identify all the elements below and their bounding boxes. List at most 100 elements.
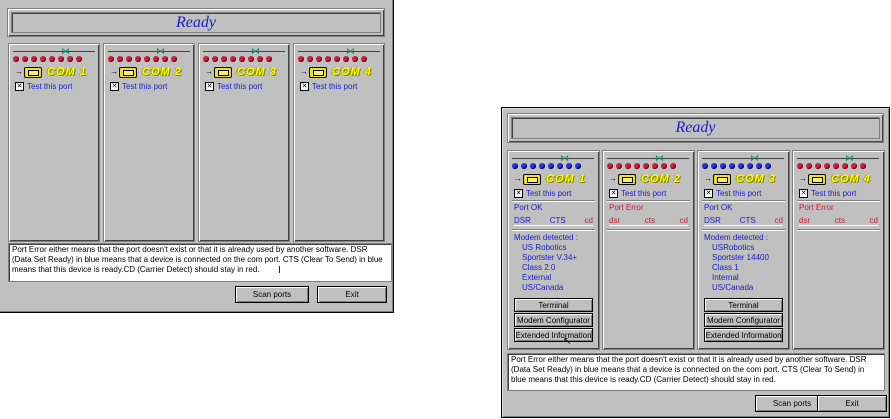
modem-info: Modem detected : USRobotics Sportster 1440… — [704, 233, 769, 293]
test-port-checkbox[interactable]: ✕ Test this port — [704, 189, 761, 198]
signal-0: dsr — [609, 216, 621, 225]
plug-icon — [618, 174, 636, 185]
led-indicator — [521, 163, 527, 169]
com-port-label: COM 1 — [47, 66, 87, 78]
led-indicator — [797, 163, 803, 169]
checkbox-icon[interactable]: ✕ — [514, 189, 523, 198]
connector: → — [110, 66, 140, 78]
port-panel-2: ⋈ → COM 2 ✕ Test this port Port Error dsr cts cd — [602, 150, 695, 350]
connector: → — [15, 66, 45, 78]
arrow-icon: → — [609, 174, 617, 183]
led-indicator — [548, 163, 554, 169]
connector: → — [609, 173, 639, 185]
modem-configurator-button[interactable]: Modem Configurator — [704, 313, 783, 327]
com-port-label: COM 4 — [831, 173, 871, 185]
led-indicator — [76, 56, 82, 62]
led-indicator — [720, 163, 726, 169]
port-status: Port Error — [609, 203, 644, 212]
port-panel-4: ⋈ → COM 4 ✕ Test this port Port Error dsr cts cd — [792, 150, 885, 350]
test-port-label: Test this port — [312, 82, 358, 91]
led-indicator — [634, 163, 640, 169]
led-indicator — [298, 56, 304, 62]
port-panel-1: ⋈ → COM 1 ✕ Test this port — [8, 43, 100, 242]
extended-information-button[interactable]: Extended Information — [514, 328, 593, 342]
led-indicator — [729, 163, 735, 169]
led-indicator — [212, 56, 218, 62]
checkbox-icon[interactable]: ✕ — [110, 82, 119, 91]
led-indicator — [67, 56, 73, 62]
plug-icon — [523, 174, 541, 185]
arrow-icon: → — [205, 67, 213, 76]
signal-1: cts — [644, 216, 655, 225]
led-indicator — [40, 56, 46, 62]
test-port-checkbox[interactable]: ✕ Test this port — [205, 82, 262, 91]
modem-line: Sportster V.34+ — [522, 253, 578, 262]
led-row — [108, 56, 177, 62]
led-indicator — [625, 163, 631, 169]
checkbox-icon[interactable]: ✕ — [300, 82, 309, 91]
signal-2: cd — [774, 216, 783, 225]
bow-icon: ⋈ — [61, 46, 70, 56]
test-port-checkbox[interactable]: ✕ Test this port — [514, 189, 571, 198]
led-indicator — [711, 163, 717, 169]
connector: → — [300, 66, 330, 78]
plug-icon — [24, 67, 42, 78]
checkbox-icon[interactable]: ✕ — [799, 189, 808, 198]
text-cursor-icon: I — [278, 265, 281, 276]
exit-button[interactable]: Exit — [817, 395, 887, 412]
led-indicator — [239, 56, 245, 62]
led-row — [702, 163, 771, 169]
arrow-icon: → — [514, 174, 522, 183]
modem-line: US Robotics — [522, 243, 567, 252]
led-indicator — [266, 56, 272, 62]
signal-1: cts — [834, 216, 845, 225]
connector: → — [205, 66, 235, 78]
led-row — [797, 163, 866, 169]
terminal-button[interactable]: Terminal — [704, 298, 783, 312]
test-port-checkbox[interactable]: ✕ Test this port — [609, 189, 666, 198]
info-text: Port Error either means that the port do… — [507, 353, 885, 391]
checkbox-icon[interactable]: ✕ — [15, 82, 24, 91]
checkbox-icon[interactable]: ✕ — [704, 189, 713, 198]
status-title: Ready — [675, 119, 716, 136]
modem-line: Sportster 14400 — [712, 253, 769, 262]
led-row — [203, 56, 272, 62]
test-port-label: Test this port — [27, 82, 73, 91]
led-indicator — [670, 163, 676, 169]
divider — [607, 158, 689, 159]
test-port-checkbox[interactable]: ✕ Test this port — [15, 82, 72, 91]
extended-information-button[interactable]: Extended Information — [704, 328, 783, 342]
led-indicator — [361, 56, 367, 62]
plug-icon — [309, 67, 327, 78]
led-indicator — [851, 163, 857, 169]
test-port-checkbox[interactable]: ✕ Test this port — [300, 82, 357, 91]
port-panel-3: ⋈ → COM 3 ✕ Test this port — [198, 43, 290, 242]
led-indicator — [31, 56, 37, 62]
led-indicator — [643, 163, 649, 169]
checkbox-icon[interactable]: ✕ — [609, 189, 618, 198]
scan-ports-button[interactable]: Scan ports — [235, 286, 309, 303]
signal-0: dsr — [799, 216, 811, 225]
status-title: Ready — [176, 13, 216, 31]
left-window: Ready Port Error either means that the p… — [0, 0, 394, 313]
led-indicator — [230, 56, 236, 62]
led-indicator — [756, 163, 762, 169]
modem-line: US/Canada — [522, 283, 564, 292]
modem-details: USRobotics Sportster 14400 Class 1 Internal… — [704, 243, 769, 293]
terminal-button[interactable]: Terminal — [514, 298, 593, 312]
com-port-label: COM 2 — [142, 66, 182, 78]
com-port-label: COM 3 — [736, 173, 776, 185]
modem-configurator-button[interactable]: Modem Configurator — [514, 313, 593, 327]
exit-button[interactable]: Exit — [317, 286, 387, 303]
divider — [298, 51, 380, 52]
test-port-label: Test this port — [716, 189, 762, 198]
modem-line: Class 1 — [712, 263, 739, 272]
checkbox-icon[interactable]: ✕ — [205, 82, 214, 91]
led-indicator — [557, 163, 563, 169]
test-port-checkbox[interactable]: ✕ Test this port — [799, 189, 856, 198]
led-indicator — [49, 56, 55, 62]
test-port-checkbox[interactable]: ✕ Test this port — [110, 82, 167, 91]
bow-icon: ⋈ — [845, 153, 854, 163]
divider — [13, 51, 95, 52]
divider — [702, 200, 785, 202]
